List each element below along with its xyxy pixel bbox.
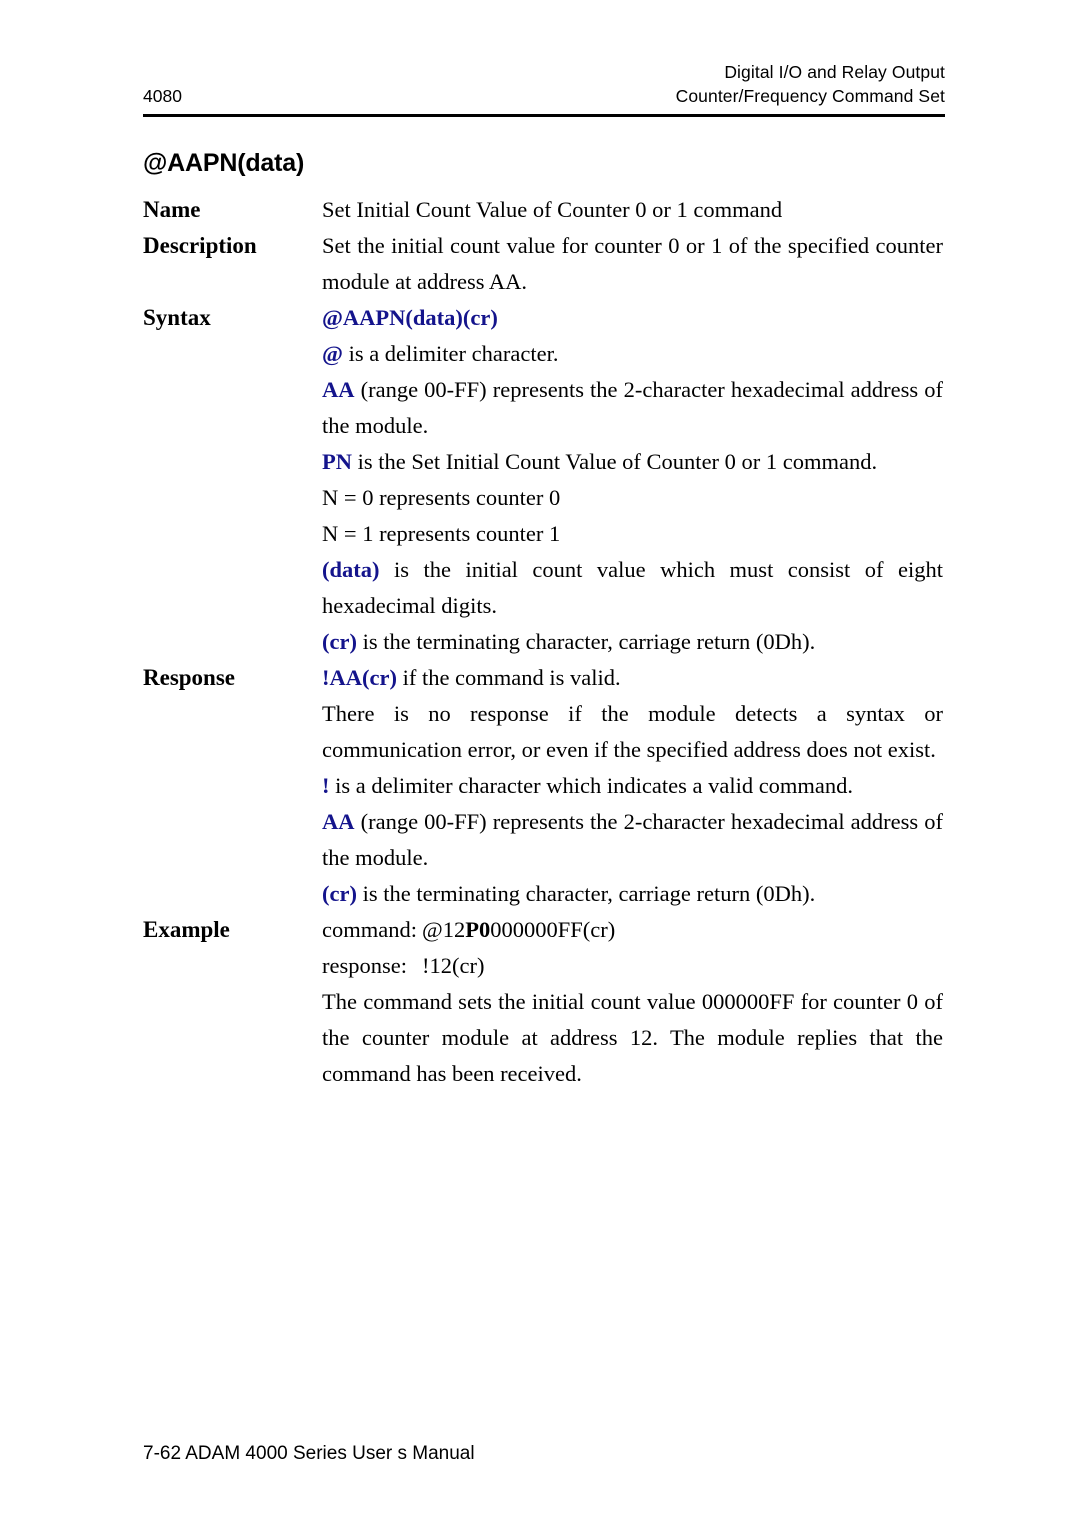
command-reference-body: @AAPN(data) Name Set Initial Count Value…: [143, 148, 943, 1092]
example-response-value: !12(cr): [422, 953, 485, 978]
syntax-note-at: @ is a delimiter character.: [322, 336, 943, 372]
response-valid-symbol: !AA(cr): [322, 665, 397, 690]
example-command-line: command: @12P0000000FF(cr): [322, 912, 943, 948]
header-line-2: Counter/Frequency Command Set: [675, 86, 945, 106]
response-valid-text: if the command is valid.: [396, 665, 621, 690]
section-description: Description Set the initial count value …: [143, 228, 943, 300]
cr-symbol: (cr): [322, 629, 357, 654]
section-label-example: Example: [143, 917, 230, 942]
example-command-suffix: 000000FF(cr): [490, 917, 616, 942]
section-content-name: Set Initial Count Value of Counter 0 or …: [322, 192, 943, 228]
example-explanation: The command sets the initial count value…: [322, 989, 943, 1086]
document-page: Digital I/O and Relay Output Counter/Fre…: [0, 0, 1080, 1534]
syntax-note-n0: N = 0 represents counter 0: [322, 485, 561, 510]
syntax-note-pn: PN is the Set Initial Count Value of Cou…: [322, 444, 943, 480]
syntax-note-cr: (cr) is the terminating character, carri…: [322, 624, 943, 660]
data-symbol: (data): [322, 557, 380, 582]
section-example: Example command: @12P0000000FF(cr) respon…: [143, 912, 943, 1092]
header-page-number: 4080: [143, 86, 182, 106]
section-label-name: Name: [143, 197, 201, 222]
pn-symbol: PN: [322, 449, 352, 474]
command-title: @AAPN(data): [143, 149, 305, 177]
example-command-prefix: @12: [422, 917, 466, 942]
data-description-text: is the initial count value which must co…: [322, 557, 943, 618]
response-note-aa: AA (range 00-FF) represents the 2-charac…: [322, 804, 943, 876]
response-note-cr: (cr) is the terminating character, carri…: [322, 876, 943, 912]
example-response-line: response: !12(cr): [322, 948, 943, 984]
section-label-syntax: Syntax: [143, 305, 211, 330]
response-cr-text: is the terminating character, carriage r…: [356, 881, 816, 906]
section-content-description: Set the initial count value for counter …: [322, 228, 943, 300]
description-text: Set the initial count value for counter …: [322, 233, 943, 294]
response-note-bang: ! is a delimiter character which indicat…: [322, 768, 943, 804]
name-text: Set Initial Count Value of Counter 0 or …: [322, 197, 783, 222]
syntax-note-aa: AA (range 00-FF) represents the 2-charac…: [322, 372, 943, 444]
response-valid-line: !AA(cr) if the command is valid.: [322, 660, 943, 696]
syntax-note-n1: N = 1 represents counter 1: [322, 521, 561, 546]
aa-description-text: (range 00-FF) represents the 2-character…: [322, 377, 943, 438]
example-response-label: response:: [322, 953, 407, 978]
at-delimiter-text: is a delimiter character.: [342, 341, 559, 366]
response-cr-symbol: (cr): [322, 881, 357, 906]
bang-delimiter-symbol: !: [322, 773, 330, 798]
section-content-example: command: @12P0000000FF(cr) response: !12(c…: [322, 912, 943, 1092]
section-content-response: !AA(cr) if the command is valid. There i…: [322, 660, 943, 912]
page-header: Digital I/O and Relay Output Counter/Fre…: [143, 60, 945, 117]
section-response: Response !AA(cr) if the command is valid…: [143, 660, 943, 912]
header-rule-divider: [143, 114, 945, 117]
syntax-command-text: @AAPN(data)(cr): [322, 305, 498, 330]
syntax-note-data: (data) is the initial count value which …: [322, 552, 943, 624]
section-label-response: Response: [143, 665, 236, 690]
cr-description-text: is the terminating character, carriage r…: [356, 629, 816, 654]
header-title-block: Digital I/O and Relay Output Counter/Fre…: [143, 60, 945, 108]
aa-symbol: AA: [322, 377, 355, 402]
page-footer: 7-62 ADAM 4000 Series User s Manual: [143, 1443, 475, 1464]
syntax-command-line: @AAPN(data)(cr): [322, 300, 943, 336]
section-name: Name Set Initial Count Value of Counter …: [143, 192, 943, 228]
response-aa-symbol: AA: [322, 809, 355, 834]
header-line-1: Digital I/O and Relay Output: [724, 62, 945, 82]
response-no-response-text: There is no response if the module detec…: [322, 701, 943, 762]
example-command-label: command:: [322, 917, 417, 942]
pn-description-text: is the Set Initial Count Value of Counte…: [352, 449, 878, 474]
section-syntax: Syntax @AAPN(data)(cr) @ is a delimiter …: [143, 300, 943, 660]
example-command-bold: P0: [465, 917, 491, 942]
bang-delimiter-text: is a delimiter character which indicates…: [329, 773, 854, 798]
at-delimiter-symbol: @: [322, 341, 343, 366]
section-content-syntax: @AAPN(data)(cr) @ is a delimiter charact…: [322, 300, 943, 660]
section-label-description: Description: [143, 233, 257, 258]
response-aa-text: (range 00-FF) represents the 2-character…: [322, 809, 943, 870]
